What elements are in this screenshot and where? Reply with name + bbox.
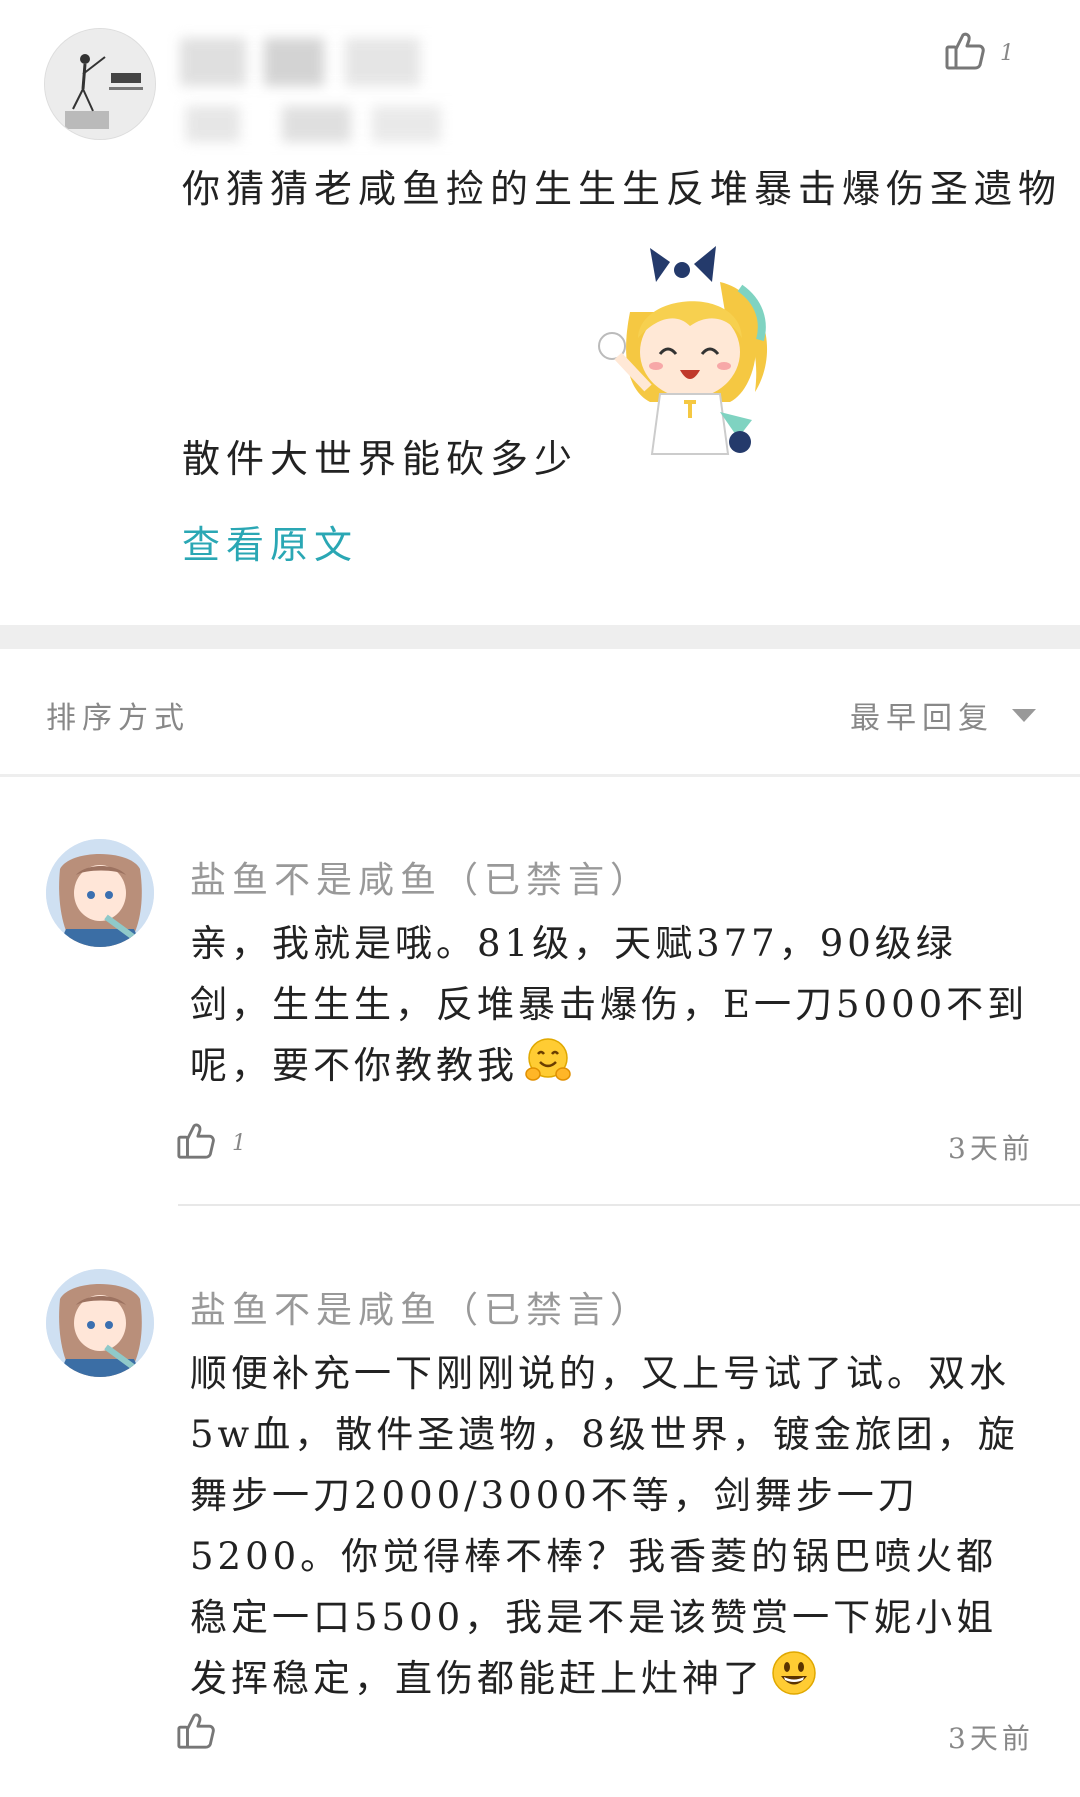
post-like-button[interactable]: 1 [944,30,1014,76]
comment-body: 顺便补充一下刚刚说的，又上号试了试。双水5w血，散件圣遗物，8级世界，镀金旅团，… [190,1343,1030,1715]
commenter-avatar[interactable] [46,1269,154,1377]
poster-avatar[interactable] [44,28,156,140]
comment-time: 3天前 [948,1722,1034,1755]
post-text-line-2: 散件大世界能砍多少 [182,437,579,481]
comment-divider [178,1204,1080,1206]
blurred-subtitle [186,106,486,142]
comment-item: 盐鱼不是咸鱼（已禁言） 顺便补充一下刚刚说的，又上号试了试。双水5w血，散件圣遗… [0,1207,1080,1797]
anime-girl-sticker [590,242,790,474]
comment-item: 盐鱼不是咸鱼（已禁言） 亲，我就是哦。81级，天赋377，90级绿剑，生生生，反… [0,777,1080,1207]
thumbs-up-icon [944,30,986,76]
sort-dropdown[interactable]: 最早回复 [850,693,1036,737]
post-text-line-1: 你猜猜老咸鱼捡的生生生反堆暴击爆伤圣遗物 [182,167,1063,211]
comment-like-button[interactable] [176,1711,232,1755]
comment-like-count: 1 [232,1130,246,1156]
commenter-name[interactable]: 盐鱼不是咸鱼（已禁言） [190,851,652,903]
original-post: 1 你猜猜老咸鱼捡的生生生反堆暴击爆伤圣遗物 散件大世界能砍多少 查看原文 [0,0,1080,625]
comment-text: 亲，我就是哦。81级，天赋377，90级绿剑，生生生，反堆暴击爆伤，E一刀500… [190,922,1029,1087]
sort-value: 最早回复 [850,701,994,736]
comment-time: 3天前 [948,1132,1034,1165]
sort-label: 排序方式 [46,701,190,736]
thumbs-up-icon [176,1711,216,1755]
dropdown-triangle-icon [1012,708,1036,722]
comment-text: 顺便补充一下刚刚说的，又上号试了试。双水5w血，散件圣遗物，8级世界，镀金旅团，… [190,1352,1019,1700]
grinning-face-emoji-icon [770,1649,818,1715]
hugging-face-emoji-icon [524,1036,572,1102]
thumbs-up-icon [176,1121,216,1165]
view-original-link[interactable]: 查看原文 [182,514,358,569]
commenter-name[interactable]: 盐鱼不是咸鱼（已禁言） [190,1281,652,1333]
section-gap [0,625,1080,649]
blurred-username [180,38,480,86]
sort-bar: 排序方式 最早回复 [0,649,1080,777]
comment-body: 亲，我就是哦。81级，天赋377，90级绿剑，生生生，反堆暴击爆伤，E一刀500… [190,913,1030,1102]
post-like-count: 1 [1000,40,1014,66]
comment-like-button[interactable]: 1 [176,1121,246,1165]
commenter-avatar[interactable] [46,839,154,947]
